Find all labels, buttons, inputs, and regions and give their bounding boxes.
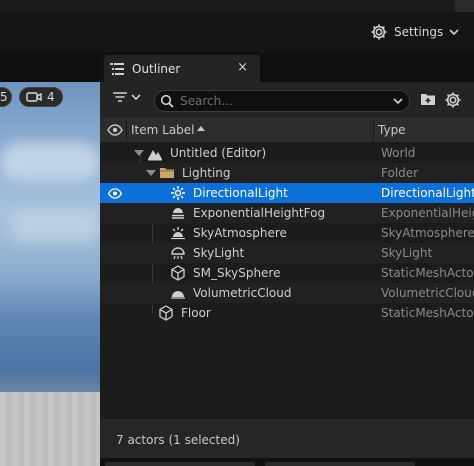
tab-bar: Outliner × [100,52,474,82]
row-label: VolumetricCloud [193,286,292,300]
static-mesh-icon [171,265,185,281]
row-type: Folder [381,166,419,180]
folder-icon [160,168,174,178]
camera-speed-button[interactable]: 4 [19,87,63,107]
row-label: SkyAtmosphere [193,226,287,240]
camera-speed-value: 4 [47,90,55,104]
sky-cloud [10,212,100,242]
expand-arrow-icon[interactable] [134,149,144,157]
chevron-down-icon [449,29,459,36]
filter-button[interactable] [112,91,141,103]
height-fog-icon [172,208,184,219]
tree-row-floor[interactable]: Floor StaticMeshActo [100,303,474,323]
sort-ascending-icon[interactable] [197,125,205,132]
floor-surface [0,392,100,466]
row-type: SkyLight [381,246,433,260]
bottom-tab[interactable] [265,462,415,466]
bottom-tab[interactable] [105,462,255,466]
status-bar: 7 actors (1 selected) [100,418,474,458]
tree-row-volumetric-cloud[interactable]: VolumetricCloud VolumetricClouc [100,283,474,303]
bottom-tab-strip [100,458,474,466]
actor-count: 7 actors (1 selected) [116,433,240,447]
close-icon[interactable]: × [237,60,248,75]
search-input[interactable] [180,94,393,108]
row-label: SkyLight [193,246,245,260]
camera-icon [26,92,42,102]
row-label: Floor [181,306,211,320]
chevron-down-icon[interactable] [393,97,403,105]
world-icon [148,150,162,161]
settings-button[interactable]: Settings [370,21,459,43]
column-divider[interactable] [126,120,127,141]
column-type[interactable]: Type [378,123,406,137]
filter-icon [113,92,127,102]
add-folder-icon[interactable] [420,92,436,106]
viewport-badge-value: 5 [0,90,8,104]
static-mesh-icon [159,305,173,321]
window-control[interactable] [455,0,474,12]
tree-row-sky-light[interactable]: SkyLight SkyLight [100,243,474,263]
sky-light-icon [171,247,185,260]
column-header: Item Label Type [100,118,474,143]
expand-arrow-icon[interactable] [146,169,156,177]
directional-light-icon [171,186,185,200]
row-label: Untitled (Editor) [170,146,267,160]
column-divider[interactable] [373,120,374,141]
row-type: VolumetricClouc [381,286,474,300]
level-viewport[interactable] [0,82,100,466]
outliner-panel: Outliner × Item Label Type Untitle [100,52,474,466]
outliner-toolbar [100,82,474,118]
tree-row-height-fog[interactable]: ExponentialHeightFog ExponentialHeigh [100,203,474,223]
gear-icon [371,24,387,40]
tab-outliner[interactable]: Outliner × [104,55,260,82]
row-type: StaticMeshActo [381,306,474,320]
settings-label: Settings [394,25,444,39]
row-label: SM_SkySphere [193,266,281,280]
tab-title: Outliner [132,61,181,76]
outliner-tree: Untitled (Editor) World Lighting Folder … [100,143,474,418]
row-label: ExponentialHeightFog [193,206,326,220]
tree-row-directional-light[interactable]: DirectionalLight DirectionalLight [100,183,474,203]
tree-row-folder[interactable]: Lighting Folder [100,163,474,183]
tree-row-world[interactable]: Untitled (Editor) World [100,143,474,163]
title-strip [0,0,474,12]
volumetric-cloud-icon [171,291,185,299]
row-type: StaticMeshActo [381,266,474,280]
chevron-down-icon [131,94,141,101]
row-type: World [381,146,416,160]
row-type: SkyAtmosphere [381,226,474,240]
gear-icon[interactable] [444,91,462,109]
eye-icon[interactable] [107,124,123,136]
tree-row-sky-atmosphere[interactable]: SkyAtmosphere SkyAtmosphere [100,223,474,243]
sky-atmosphere-icon [171,227,185,240]
search-icon [160,94,174,108]
search-box[interactable] [154,90,410,112]
row-label: Lighting [182,166,231,180]
sky-cloud [0,142,100,180]
column-item-label[interactable]: Item Label [131,123,195,137]
outliner-icon [110,62,124,75]
row-label: DirectionalLight [193,186,288,200]
visibility-eye-icon[interactable] [107,188,123,199]
tree-row-sky-sphere[interactable]: SM_SkySphere StaticMeshActo [100,263,474,283]
row-type: ExponentialHeigh [381,206,474,220]
row-type: DirectionalLight [381,186,474,200]
